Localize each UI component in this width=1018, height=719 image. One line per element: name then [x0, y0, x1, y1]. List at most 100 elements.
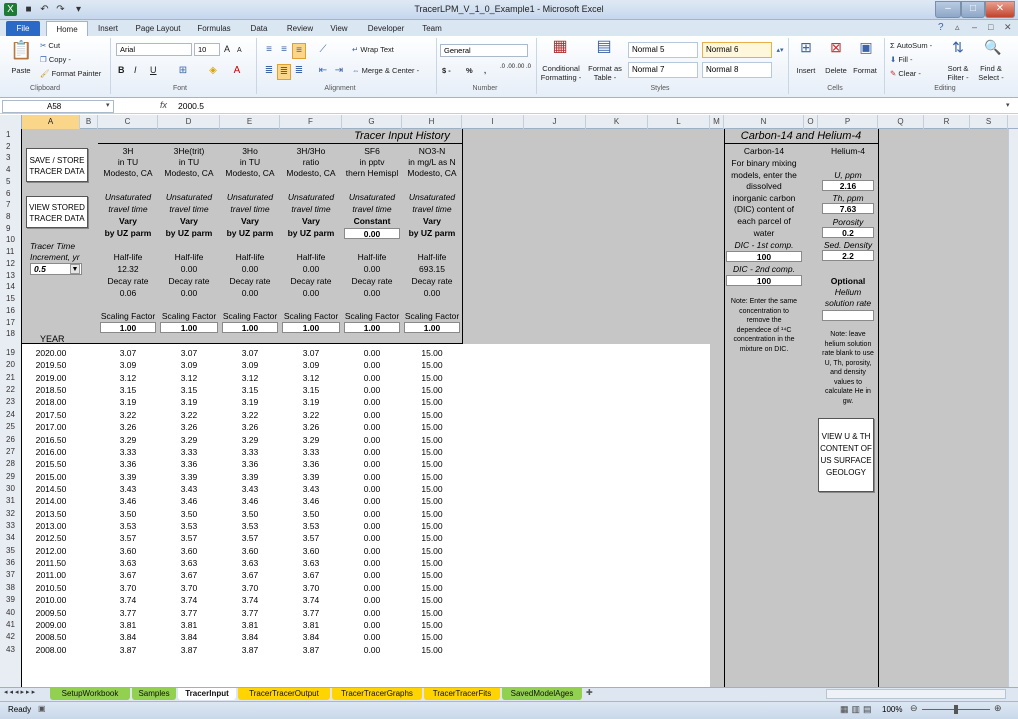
fill-color-icon[interactable]: ◈: [206, 64, 220, 78]
zoom-out-icon[interactable]: ⊖: [910, 703, 918, 714]
data-cell[interactable]: 0.00: [342, 608, 402, 618]
data-cell[interactable]: 15.00: [402, 521, 462, 531]
font-size-select[interactable]: 10: [194, 43, 220, 56]
column-header-d[interactable]: D: [158, 115, 220, 129]
row-header[interactable]: 39: [0, 594, 22, 606]
data-cell[interactable]: 15.00: [402, 570, 462, 580]
year-cell[interactable]: 2016.00: [22, 447, 80, 457]
row-header[interactable]: 14: [0, 281, 22, 293]
uz-mode-2[interactable]: 0.00: [344, 228, 400, 239]
data-cell[interactable]: 3.67: [98, 570, 158, 580]
data-cell[interactable]: 15.00: [402, 645, 462, 655]
dropdown-arrow-icon[interactable]: ▼: [70, 264, 80, 274]
data-cell[interactable]: 3.15: [98, 385, 158, 395]
tab-view[interactable]: View: [324, 21, 354, 36]
data-cell[interactable]: 3.57: [158, 533, 220, 543]
data-cell[interactable]: 3.74: [280, 595, 342, 605]
align-middle-icon[interactable]: ≡: [277, 43, 291, 57]
expand-formula-bar-icon[interactable]: ▾: [1006, 101, 1010, 109]
year-cell[interactable]: 2014.00: [22, 496, 80, 506]
row-header[interactable]: 18: [0, 328, 22, 340]
data-cell[interactable]: 3.19: [280, 397, 342, 407]
row-header[interactable]: 32: [0, 508, 22, 520]
zoom-level[interactable]: 100%: [882, 705, 902, 714]
year-cell[interactable]: 2010.00: [22, 595, 80, 605]
row-header[interactable]: 22: [0, 384, 22, 396]
data-cell[interactable]: 15.00: [402, 410, 462, 420]
data-cell[interactable]: 0.00: [342, 348, 402, 358]
close-button[interactable]: ✕: [985, 1, 1015, 18]
tab-insert[interactable]: Insert: [90, 21, 126, 36]
column-header-l[interactable]: L: [648, 115, 710, 129]
data-cell[interactable]: 3.33: [98, 447, 158, 457]
formula-input[interactable]: 2000.5: [178, 101, 204, 111]
name-box-dropdown-icon[interactable]: ▾: [106, 101, 110, 109]
column-header-r[interactable]: R: [924, 115, 970, 129]
data-cell[interactable]: 3.12: [280, 373, 342, 383]
row-header[interactable]: 2: [0, 141, 22, 153]
scaling-factor-value[interactable]: 1.00: [222, 322, 278, 333]
data-cell[interactable]: 3.53: [280, 521, 342, 531]
row-header[interactable]: 34: [0, 532, 22, 544]
data-cell[interactable]: 0.00: [342, 496, 402, 506]
view-stored-tracer-data-button[interactable]: VIEW STORED TRACER DATA: [26, 196, 88, 228]
porosity-input[interactable]: 0.2: [822, 227, 874, 238]
data-cell[interactable]: 0.00: [342, 447, 402, 457]
data-cell[interactable]: 3.22: [280, 410, 342, 420]
data-cell[interactable]: 3.84: [220, 632, 280, 642]
row-header[interactable]: 24: [0, 409, 22, 421]
row-header[interactable]: 25: [0, 421, 22, 433]
data-cell[interactable]: 3.84: [280, 632, 342, 642]
row-header[interactable]: 40: [0, 607, 22, 619]
data-cell[interactable]: 3.19: [158, 397, 220, 407]
data-cell[interactable]: 3.07: [220, 348, 280, 358]
row-header[interactable]: 17: [0, 317, 22, 329]
year-cell[interactable]: 2013.00: [22, 521, 80, 531]
data-cell[interactable]: 3.07: [280, 348, 342, 358]
data-cell[interactable]: 3.81: [98, 620, 158, 630]
find-select-button[interactable]: Find & Select -: [974, 64, 1008, 82]
scaling-factor-value[interactable]: 1.00: [160, 322, 218, 333]
row-header[interactable]: 42: [0, 631, 22, 643]
year-cell[interactable]: 2009.50: [22, 608, 80, 618]
number-format-select[interactable]: General: [440, 44, 528, 57]
data-cell[interactable]: 3.22: [98, 410, 158, 420]
row-header[interactable]: 35: [0, 545, 22, 557]
data-cell[interactable]: 3.63: [280, 558, 342, 568]
column-header-k[interactable]: K: [586, 115, 648, 129]
data-cell[interactable]: 3.70: [280, 583, 342, 593]
merge-center-button[interactable]: ⇔ Merge & Center -: [352, 66, 419, 76]
data-cell[interactable]: 0.00: [342, 509, 402, 519]
name-box[interactable]: A58: [2, 100, 114, 113]
data-cell[interactable]: 3.33: [158, 447, 220, 457]
row-header[interactable]: 31: [0, 495, 22, 507]
data-cell[interactable]: 3.29: [98, 435, 158, 445]
data-cell[interactable]: 3.46: [98, 496, 158, 506]
year-cell[interactable]: 2009.00: [22, 620, 80, 630]
data-cell[interactable]: 3.67: [220, 570, 280, 580]
align-center-icon[interactable]: ≣: [277, 64, 291, 80]
row-header[interactable]: 8: [0, 211, 22, 223]
data-cell[interactable]: 0.00: [342, 484, 402, 494]
align-bottom-icon[interactable]: ≡: [292, 43, 306, 59]
data-cell[interactable]: 15.00: [402, 360, 462, 370]
data-cell[interactable]: 3.57: [98, 533, 158, 543]
data-cell[interactable]: 3.33: [220, 447, 280, 457]
column-header-g[interactable]: G: [342, 115, 402, 129]
data-cell[interactable]: 3.36: [98, 459, 158, 469]
data-cell[interactable]: 3.60: [158, 546, 220, 556]
data-cell[interactable]: 3.15: [280, 385, 342, 395]
year-cell[interactable]: 2011.00: [22, 570, 80, 580]
format-painter-button[interactable]: 🖌 Format Painter: [40, 69, 101, 79]
tab-page-layout[interactable]: Page Layout: [130, 21, 186, 36]
data-cell[interactable]: 0.00: [342, 373, 402, 383]
data-cell[interactable]: 3.19: [220, 397, 280, 407]
shrink-font-button[interactable]: A: [237, 46, 242, 56]
year-cell[interactable]: 2019.50: [22, 360, 80, 370]
data-cell[interactable]: 3.63: [158, 558, 220, 568]
macro-record-icon[interactable]: ▣: [38, 704, 46, 713]
tab-formulas[interactable]: Formulas: [190, 21, 238, 36]
year-cell[interactable]: 2014.50: [22, 484, 80, 494]
data-cell[interactable]: 3.57: [220, 533, 280, 543]
year-cell[interactable]: 2017.50: [22, 410, 80, 420]
